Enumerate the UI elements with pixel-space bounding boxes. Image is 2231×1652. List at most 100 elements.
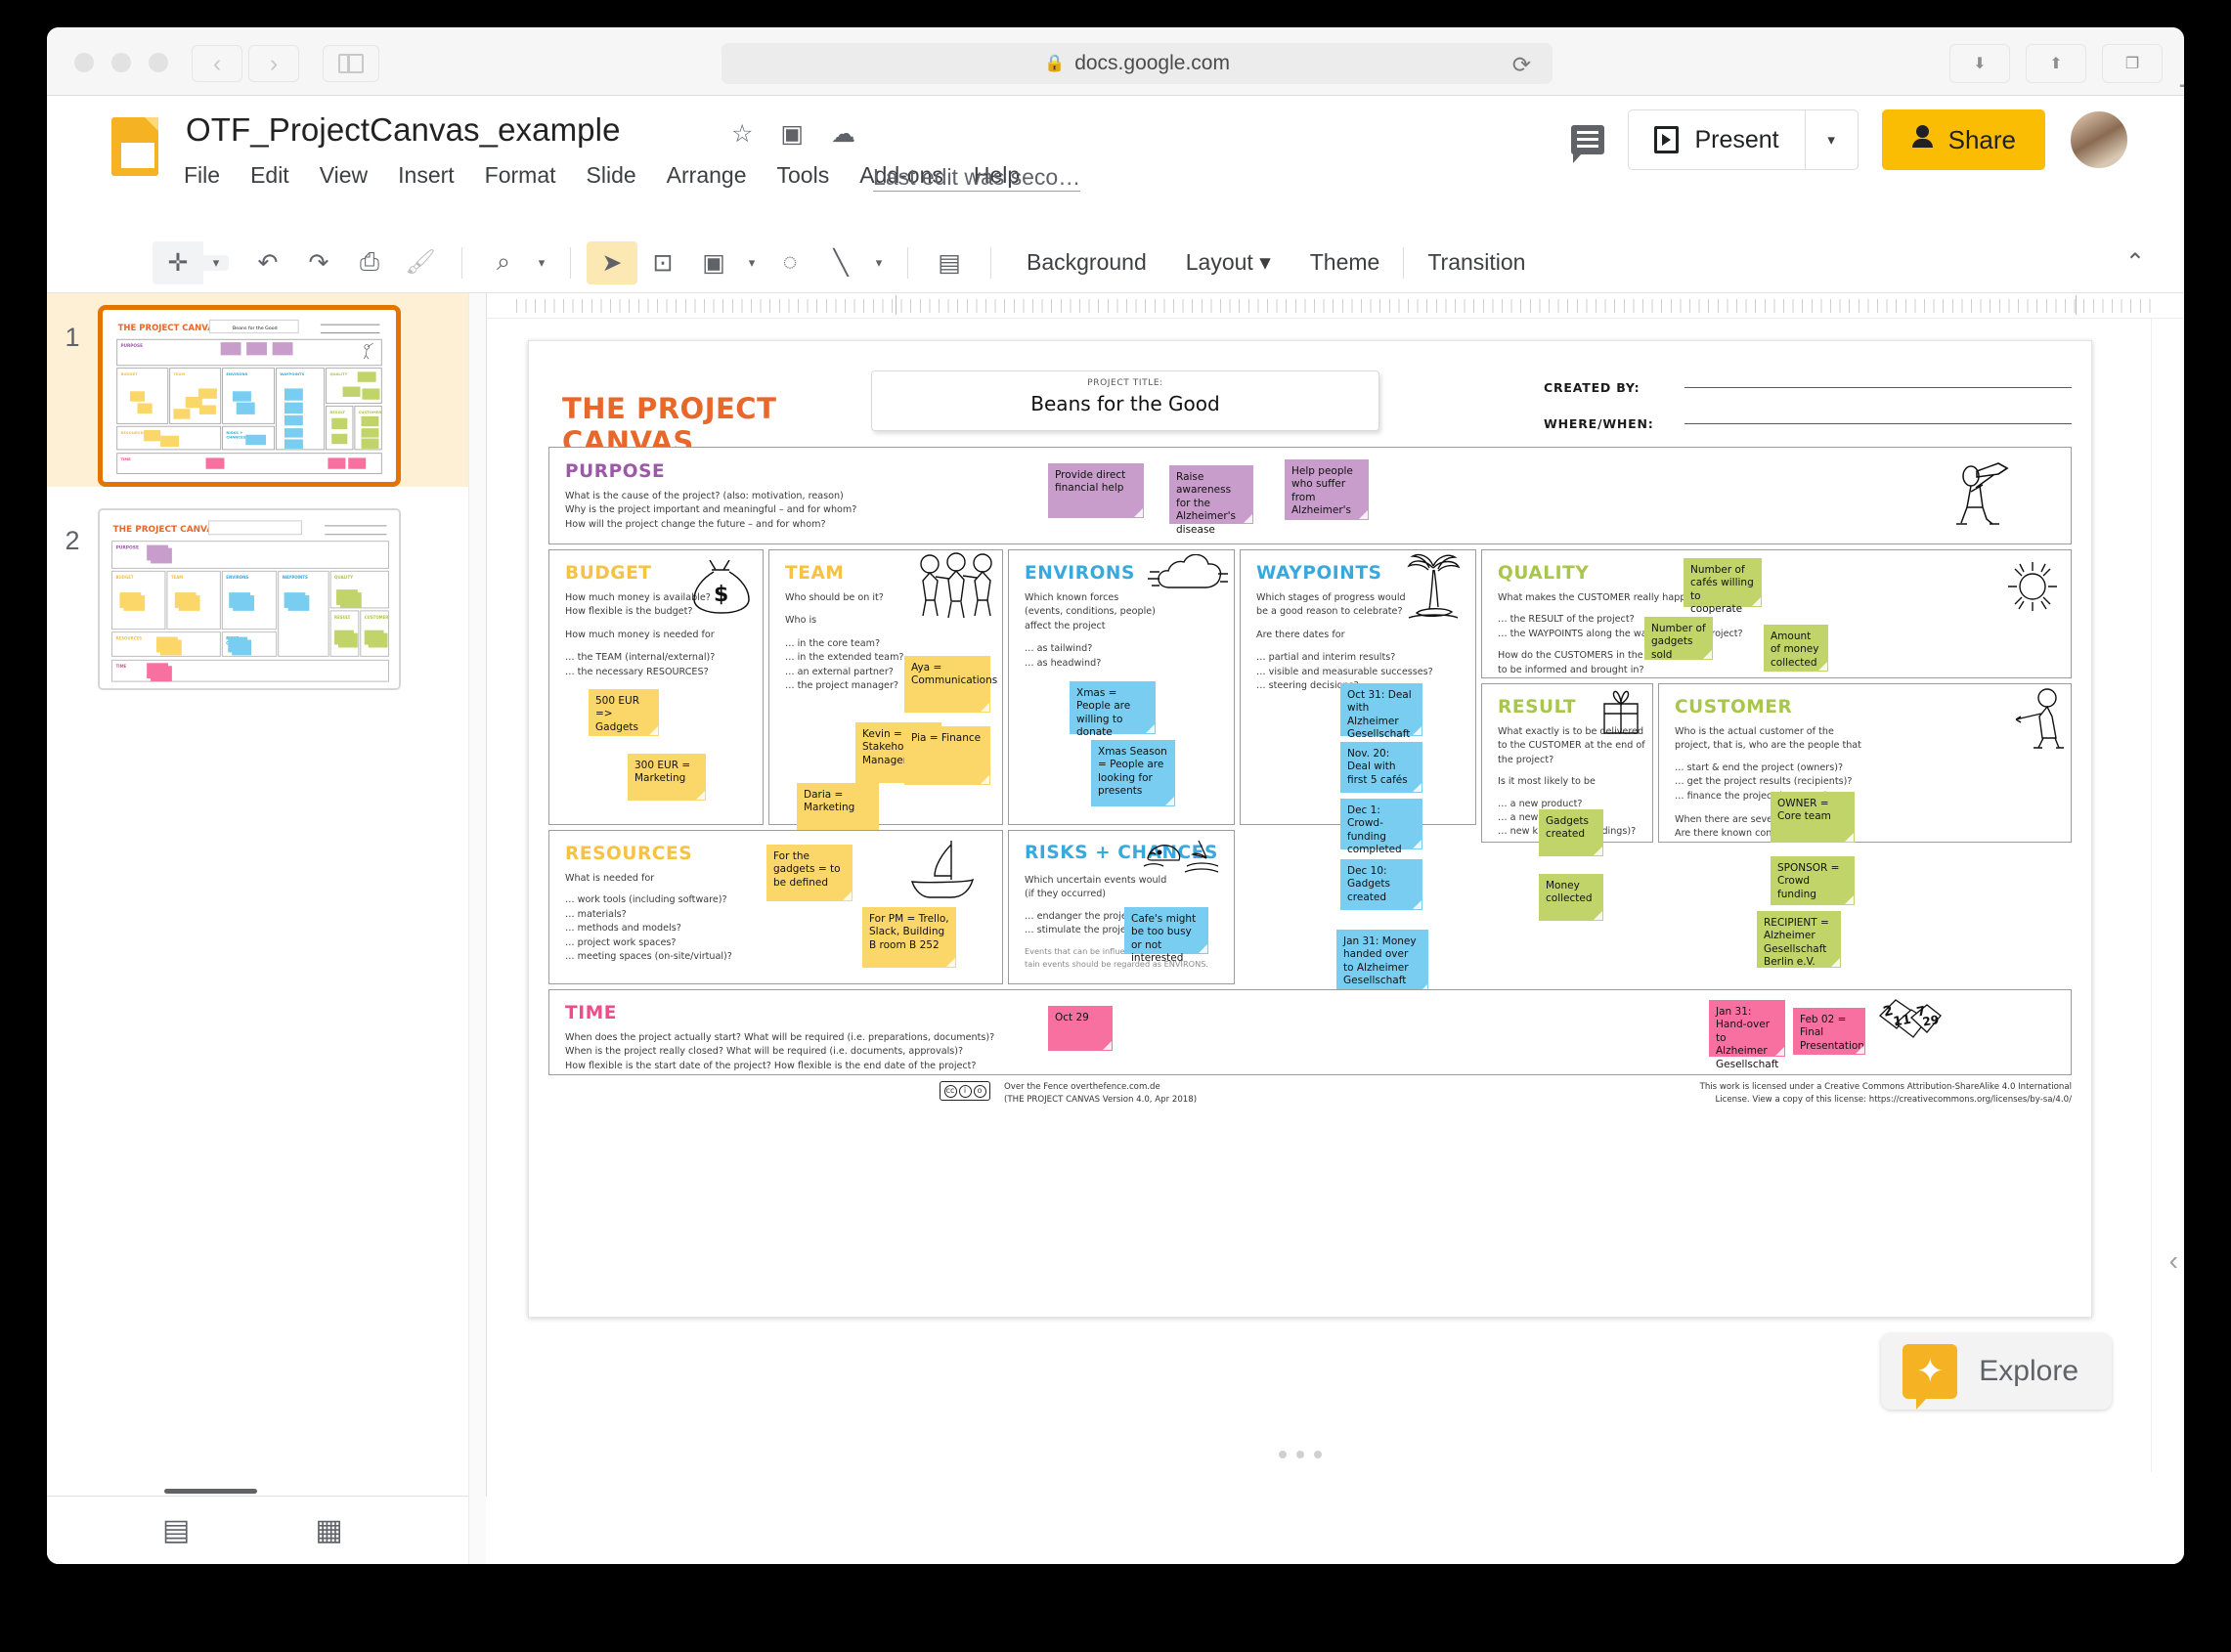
sticky-note[interactable]: Nov. 20: Deal with first 5 cafés (1340, 742, 1422, 793)
menu-view[interactable]: View (320, 162, 368, 189)
sticky-note[interactable]: Amount of money collected (1764, 625, 1828, 672)
layout-button[interactable]: Layout ▾ (1166, 249, 1290, 276)
section-environs[interactable]: ENVIRONS Which known forces (events, con… (1008, 549, 1235, 825)
sticky-note[interactable]: Dec 10: Gadgets created (1340, 859, 1422, 910)
line-icon[interactable]: ╲ (815, 241, 866, 284)
section-team[interactable]: TEAM Who should be on it? Who is … in th… (768, 549, 1003, 840)
filmstrip-scrollbar[interactable] (468, 293, 486, 1564)
sticky-note[interactable]: Gadgets created (1539, 808, 1603, 856)
move-to-folder-icon[interactable]: ▣ (780, 119, 804, 149)
menu-arrange[interactable]: Arrange (667, 162, 747, 189)
shape-icon[interactable]: ◌ (765, 241, 815, 284)
select-icon[interactable]: ➤ (587, 240, 637, 284)
menu-format[interactable]: Format (485, 162, 556, 189)
sticky-note[interactable]: Jan 31: Money handed over to Alzheimer G… (1336, 930, 1428, 994)
zoom-caret-icon[interactable]: ▾ (529, 255, 554, 271)
new-slide-caret-icon[interactable]: ▾ (203, 254, 229, 271)
window-controls[interactable] (74, 53, 168, 72)
sticky-note[interactable]: Xmas Season = People are looking for pre… (1091, 740, 1175, 806)
section-waypoints[interactable]: WAYPOINTS Which stages of progress would… (1240, 549, 1476, 994)
current-slide[interactable]: THE PROJECT CANVAS PROJECT TITLE: Beans … (528, 340, 2092, 1318)
sticky-note[interactable]: RECIPIENT = Alzheimer Gesellschaft Berli… (1757, 910, 1841, 968)
paint-format-icon[interactable]: 🖌 (395, 241, 446, 284)
where-when-line[interactable] (1684, 423, 2072, 424)
sticky-note[interactable]: Help people who suffer from Alzheimer's (1285, 459, 1369, 520)
sticky-note[interactable]: SPONSOR = Crowd funding (1771, 855, 1855, 905)
star-icon[interactable]: ☆ (731, 119, 753, 149)
sticky-note[interactable]: Provide direct financial help (1048, 463, 1144, 518)
minimize-window-button[interactable] (111, 53, 131, 72)
theme-button[interactable]: Theme (1290, 249, 1400, 276)
comment-add-icon[interactable]: ▤ (924, 241, 975, 284)
line-caret-icon[interactable]: ▾ (866, 255, 892, 271)
sticky-note[interactable]: Dec 1: Crowd-funding completed (1340, 799, 1422, 855)
sticky-note[interactable]: For the gadgets = to be defined (766, 845, 853, 901)
last-edit-status[interactable]: Last edit was seco… (873, 164, 1081, 192)
menu-tools[interactable]: Tools (777, 162, 830, 189)
zoom-icon[interactable]: ⌕ (478, 241, 529, 284)
sticky-note[interactable]: Oct 29 (1048, 1006, 1113, 1051)
sticky-note[interactable]: Oct 31: Deal with Alzheimer Gesellschaft (1340, 683, 1422, 740)
avatar[interactable] (2069, 109, 2129, 170)
present-button[interactable]: Present (1629, 110, 1804, 169)
transition-button[interactable]: Transition (1408, 249, 1545, 276)
comment-icon[interactable] (1571, 125, 1605, 163)
close-window-button[interactable] (74, 53, 94, 72)
section-budget[interactable]: BUDGET How much money is available? How … (548, 549, 764, 825)
chevron-left-icon[interactable]: ‹ (2169, 1245, 2178, 1277)
sidebar-toggle-icon[interactable] (323, 45, 379, 82)
section-customer[interactable]: CUSTOMER Who is the actual customer of t… (1658, 682, 2072, 968)
collapse-toolbar-icon[interactable]: ⌃ (2125, 248, 2145, 277)
sticky-note[interactable]: Pia = Finance (904, 726, 990, 785)
grid-view-icon[interactable]: ▦ (315, 1513, 342, 1547)
back-icon[interactable]: ‹ (192, 45, 242, 82)
cloud-status-icon[interactable]: ☁ (831, 119, 855, 149)
sticky-note[interactable]: Feb 02 = Final Presentation (1793, 1008, 1865, 1055)
share-icon[interactable]: ⬆ (2026, 44, 2086, 83)
print-icon[interactable]: ⎙ (344, 241, 395, 284)
sticky-note[interactable]: Number of cafés willing to cooperate (1684, 558, 1762, 615)
filmstrip-view-icon[interactable]: ▤ (162, 1513, 190, 1547)
reload-icon[interactable]: ⟳ (1512, 52, 1531, 78)
section-risks[interactable]: RISKS + CHANCES Which uncertain events w… (1008, 830, 1235, 984)
maximize-window-button[interactable] (149, 53, 168, 72)
download-icon[interactable]: ⬇ (1949, 44, 2010, 83)
menu-edit[interactable]: Edit (250, 162, 289, 189)
sticky-note[interactable]: 500 EUR => Gadgets (589, 689, 659, 736)
forward-icon[interactable]: › (248, 45, 299, 82)
redo-icon[interactable]: ↷ (293, 241, 344, 284)
share-button[interactable]: Share (1881, 109, 2045, 170)
filmstrip-item-2[interactable]: 2 THE PROJECT CANVAS PURPOSE BUDGET TEAM… (47, 487, 486, 690)
new-slide-icon[interactable]: ✛ (153, 240, 203, 284)
project-title-box[interactable]: PROJECT TITLE: Beans for the Good (871, 370, 1379, 431)
address-bar[interactable]: 🔒 docs.google.com ⟳ (722, 43, 1553, 84)
sticky-note[interactable]: Raise awareness for the Alzheimer's dise… (1169, 465, 1253, 536)
textbox-icon[interactable]: ⊡ (637, 241, 688, 284)
section-quality[interactable]: QUALITY What makes the CUSTOMER really h… (1481, 549, 2072, 678)
section-purpose[interactable]: PURPOSE What is the cause of the project… (548, 447, 2072, 544)
image-icon[interactable]: ▣ (688, 241, 739, 284)
undo-icon[interactable]: ↶ (242, 241, 293, 284)
image-caret-icon[interactable]: ▾ (739, 255, 765, 271)
background-button[interactable]: Background (1007, 249, 1166, 276)
created-by-line[interactable] (1684, 387, 2072, 388)
sticky-note[interactable]: Cafe's might be too busy or not interest… (1124, 907, 1208, 964)
section-time[interactable]: TIME When does the project actually star… (548, 989, 2072, 1075)
sticky-note[interactable]: For PM = Trello, Slack, Building B room … (862, 907, 956, 968)
sticky-note[interactable]: Jan 31: Hand-over to Alzheimer Gesellsch… (1709, 1000, 1785, 1070)
sticky-note[interactable]: Number of gadgets sold (1644, 617, 1713, 661)
sticky-note[interactable]: Aya = Communications (904, 656, 997, 713)
explore-button[interactable]: ✦ Explore (1881, 1333, 2112, 1410)
filmstrip-item-1[interactable]: 1 THE PROJECT CANVAS Beans for the Good … (47, 293, 486, 487)
sticky-note[interactable]: OWNER = Core team (1771, 791, 1855, 843)
slide-thumbnail-1[interactable]: THE PROJECT CANVAS Beans for the Good PU… (98, 305, 401, 487)
slide-thumbnail-2[interactable]: THE PROJECT CANVAS PURPOSE BUDGET TEAM E… (98, 508, 401, 690)
page-title[interactable]: OTF_ProjectCanvas_example (186, 111, 621, 149)
menu-insert[interactable]: Insert (398, 162, 455, 189)
chevron-down-icon[interactable]: ▾ (1804, 110, 1858, 169)
section-result[interactable]: RESULT What exactly is to be delivered t… (1481, 682, 1653, 921)
sticky-note[interactable]: Xmas = People are willing to donate (1070, 681, 1156, 738)
menu-slide[interactable]: Slide (587, 162, 636, 189)
section-resources[interactable]: RESOURCES What is needed for … work tool… (548, 830, 1003, 984)
menu-file[interactable]: File (184, 162, 220, 189)
